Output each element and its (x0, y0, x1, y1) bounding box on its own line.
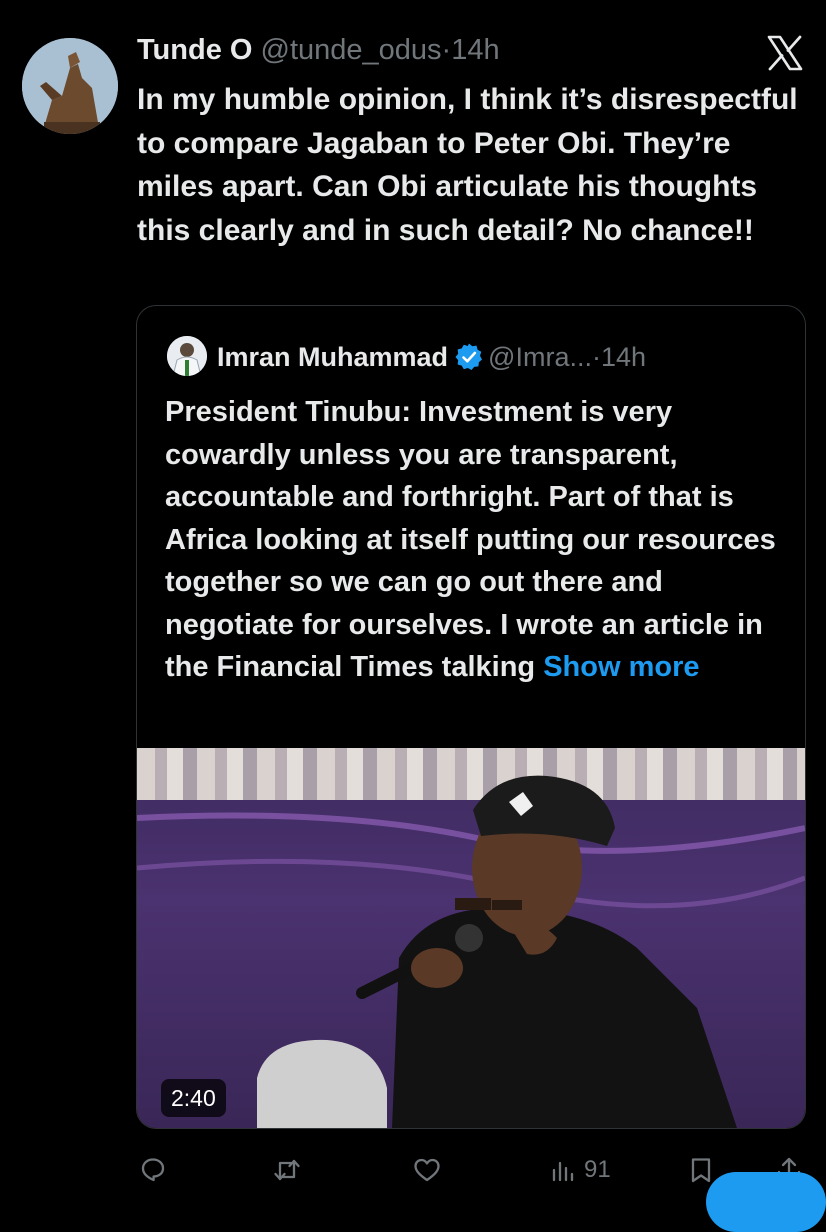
video-frame-image (137, 775, 805, 1128)
like-button[interactable] (412, 1148, 442, 1192)
views-button[interactable]: 91 (548, 1148, 611, 1192)
compose-button[interactable] (706, 1172, 826, 1232)
retweet-icon (274, 1159, 300, 1181)
quoted-timestamp[interactable]: 14h (601, 342, 646, 372)
verified-badge-icon (455, 343, 483, 370)
close-icon[interactable] (765, 33, 805, 73)
quoted-tweet-text: President Tinubu: Investment is very cow… (165, 391, 795, 689)
video-thumbnail[interactable]: 2:40 (137, 748, 805, 1128)
timestamp[interactable]: 14h (451, 34, 499, 66)
quoted-author-avatar[interactable] (167, 336, 207, 376)
show-more-link[interactable]: Show more (543, 651, 699, 683)
quoted-tweet-body: President Tinubu: Investment is very cow… (165, 396, 776, 683)
video-duration: 2:40 (161, 1079, 226, 1117)
heart-icon (414, 1158, 440, 1182)
quoted-author-handle[interactable]: @Imra... (488, 342, 592, 372)
quoted-tweet-header: Imran Muhammad @Imra...·14h (217, 338, 646, 376)
bookmark-icon (691, 1158, 711, 1183)
reply-button[interactable] (138, 1148, 168, 1192)
views-icon (552, 1161, 574, 1182)
tweet-header: Tunde O @tunde_odus·14h (137, 30, 500, 70)
quoted-tweet[interactable]: Imran Muhammad @Imra...·14h President Ti… (136, 305, 806, 1129)
separator-dot: · (441, 34, 452, 66)
separator-dot: · (591, 342, 601, 372)
tweet-text: In my humble opinion, I think it’s disre… (137, 83, 798, 247)
author-handle[interactable]: @tunde_odus (261, 34, 442, 66)
author-name[interactable]: Tunde O (137, 34, 252, 66)
quoted-author-name[interactable]: Imran Muhammad (217, 342, 448, 372)
author-avatar[interactable] (22, 38, 118, 134)
retweet-button[interactable] (272, 1148, 302, 1192)
views-count: 91 (584, 1156, 611, 1183)
reply-icon (141, 1158, 165, 1182)
action-bar: 91 (0, 1148, 826, 1192)
